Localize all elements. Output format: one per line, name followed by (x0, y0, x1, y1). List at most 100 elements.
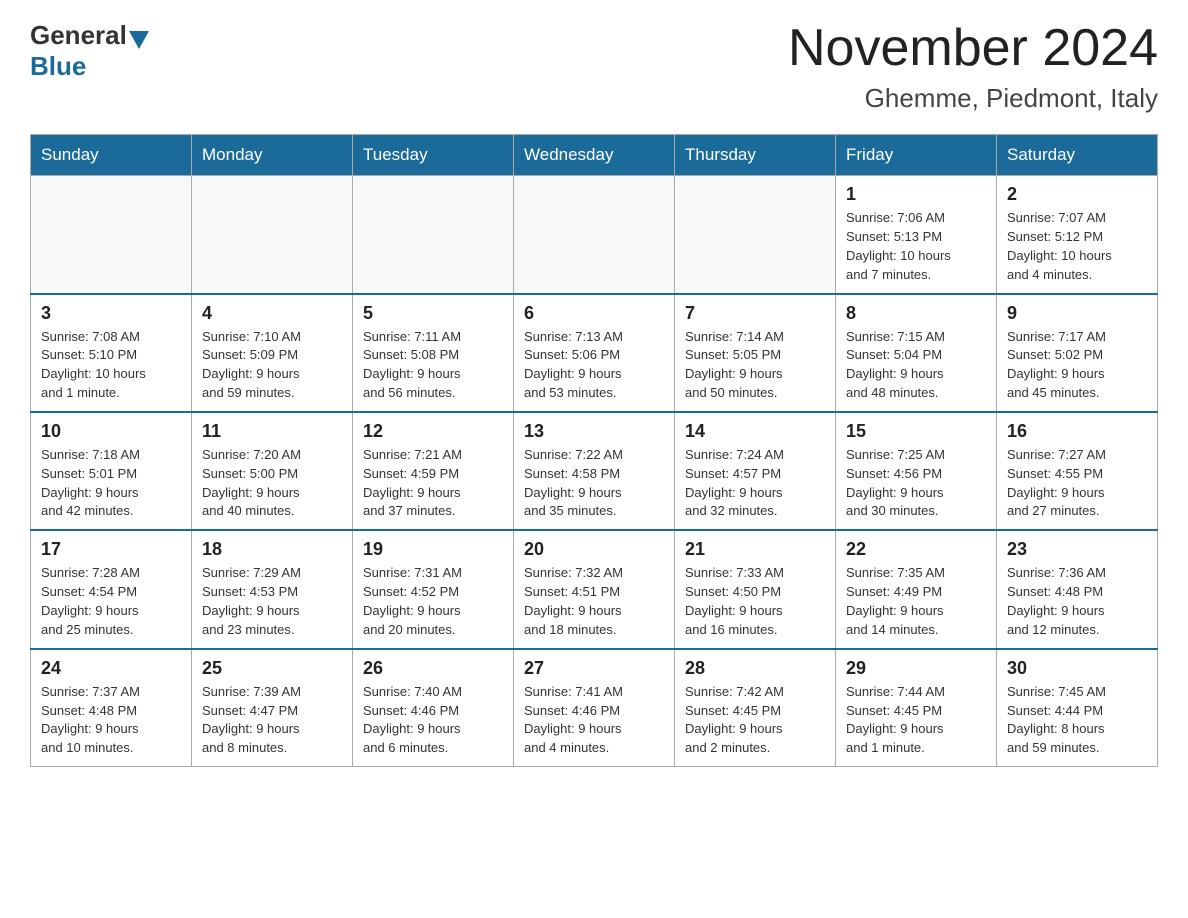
day-info: Sunrise: 7:37 AM Sunset: 4:48 PM Dayligh… (41, 683, 181, 758)
week-row-2: 3 Sunrise: 7:08 AM Sunset: 5:10 PM Daylig… (31, 294, 1158, 412)
day-info: Sunrise: 7:15 AM Sunset: 5:04 PM Dayligh… (846, 328, 986, 403)
title-block: November 2024 Ghemme, Piedmont, Italy (788, 20, 1158, 114)
day-info: Sunrise: 7:07 AM Sunset: 5:12 PM Dayligh… (1007, 209, 1147, 284)
weekday-header-wednesday: Wednesday (514, 135, 675, 176)
day-number: 3 (41, 303, 181, 324)
main-title: November 2024 (788, 20, 1158, 77)
calendar-cell: 17 Sunrise: 7:28 AM Sunset: 4:54 PM Dayli… (31, 530, 192, 648)
day-info: Sunrise: 7:44 AM Sunset: 4:45 PM Dayligh… (846, 683, 986, 758)
calendar-cell: 13Sunrise: 7:22 AM Sunset: 4:58 PM Dayli… (514, 412, 675, 530)
calendar-cell: 20 Sunrise: 7:32 AM Sunset: 4:51 PM Dayli… (514, 530, 675, 648)
day-number: 5 (363, 303, 503, 324)
week-row-1: 1 Sunrise: 7:06 AM Sunset: 5:13 PM Daylig… (31, 176, 1158, 294)
calendar-cell: 23Sunrise: 7:36 AM Sunset: 4:48 PM Dayli… (997, 530, 1158, 648)
calendar-cell: 8 Sunrise: 7:15 AM Sunset: 5:04 PM Daylig… (836, 294, 997, 412)
page-header: General Blue November 2024 Ghemme, Piedm… (30, 20, 1158, 114)
weekday-header-row: SundayMondayTuesdayWednesdayThursdayFrid… (31, 135, 1158, 176)
day-info: Sunrise: 7:08 AM Sunset: 5:10 PM Dayligh… (41, 328, 181, 403)
day-info: Sunrise: 7:11 AM Sunset: 5:08 PM Dayligh… (363, 328, 503, 403)
day-number: 1 (846, 184, 986, 205)
logo-arrow-icon (129, 31, 149, 49)
weekday-header-tuesday: Tuesday (353, 135, 514, 176)
calendar-cell: 7 Sunrise: 7:14 AM Sunset: 5:05 PM Daylig… (675, 294, 836, 412)
day-info: Sunrise: 7:24 AM Sunset: 4:57 PM Dayligh… (685, 446, 825, 521)
day-info: Sunrise: 7:13 AM Sunset: 5:06 PM Dayligh… (524, 328, 664, 403)
day-info: Sunrise: 7:28 AM Sunset: 4:54 PM Dayligh… (41, 564, 181, 639)
day-number: 22 (846, 539, 986, 560)
day-number: 30 (1007, 658, 1147, 679)
day-number: 9 (1007, 303, 1147, 324)
calendar-cell (675, 176, 836, 294)
day-info: Sunrise: 7:17 AM Sunset: 5:02 PM Dayligh… (1007, 328, 1147, 403)
calendar-cell: 28Sunrise: 7:42 AM Sunset: 4:45 PM Dayli… (675, 649, 836, 767)
day-info: Sunrise: 7:42 AM Sunset: 4:45 PM Dayligh… (685, 683, 825, 758)
calendar-cell: 10 Sunrise: 7:18 AM Sunset: 5:01 PM Dayli… (31, 412, 192, 530)
calendar-cell: 6 Sunrise: 7:13 AM Sunset: 5:06 PM Daylig… (514, 294, 675, 412)
day-info: Sunrise: 7:25 AM Sunset: 4:56 PM Dayligh… (846, 446, 986, 521)
calendar-cell (31, 176, 192, 294)
day-number: 12 (363, 421, 503, 442)
weekday-header-monday: Monday (192, 135, 353, 176)
calendar-cell: 21 Sunrise: 7:33 AM Sunset: 4:50 PM Dayli… (675, 530, 836, 648)
day-number: 20 (524, 539, 664, 560)
day-number: 21 (685, 539, 825, 560)
calendar-cell: 30 Sunrise: 7:45 AM Sunset: 4:44 PM Dayli… (997, 649, 1158, 767)
day-number: 19 (363, 539, 503, 560)
day-info: Sunrise: 7:14 AM Sunset: 5:05 PM Dayligh… (685, 328, 825, 403)
day-number: 6 (524, 303, 664, 324)
day-number: 18 (202, 539, 342, 560)
day-number: 26 (363, 658, 503, 679)
calendar-cell: 27 Sunrise: 7:41 AM Sunset: 4:46 PM Dayli… (514, 649, 675, 767)
calendar-cell: 4Sunrise: 7:10 AM Sunset: 5:09 PM Daylig… (192, 294, 353, 412)
calendar-cell: 9 Sunrise: 7:17 AM Sunset: 5:02 PM Daylig… (997, 294, 1158, 412)
day-info: Sunrise: 7:29 AM Sunset: 4:53 PM Dayligh… (202, 564, 342, 639)
calendar-cell: 18 Sunrise: 7:29 AM Sunset: 4:53 PM Dayli… (192, 530, 353, 648)
day-number: 25 (202, 658, 342, 679)
day-info: Sunrise: 7:06 AM Sunset: 5:13 PM Dayligh… (846, 209, 986, 284)
day-info: Sunrise: 7:39 AM Sunset: 4:47 PM Dayligh… (202, 683, 342, 758)
day-info: Sunrise: 7:32 AM Sunset: 4:51 PM Dayligh… (524, 564, 664, 639)
weekday-header-sunday: Sunday (31, 135, 192, 176)
day-number: 2 (1007, 184, 1147, 205)
calendar-cell: 22Sunrise: 7:35 AM Sunset: 4:49 PM Dayli… (836, 530, 997, 648)
day-number: 11 (202, 421, 342, 442)
day-number: 7 (685, 303, 825, 324)
weekday-header-thursday: Thursday (675, 135, 836, 176)
week-row-5: 24 Sunrise: 7:37 AM Sunset: 4:48 PM Dayli… (31, 649, 1158, 767)
day-number: 17 (41, 539, 181, 560)
day-info: Sunrise: 7:33 AM Sunset: 4:50 PM Dayligh… (685, 564, 825, 639)
day-number: 16 (1007, 421, 1147, 442)
day-info: Sunrise: 7:18 AM Sunset: 5:01 PM Dayligh… (41, 446, 181, 521)
logo-blue-text: Blue (30, 51, 86, 82)
calendar-cell: 1 Sunrise: 7:06 AM Sunset: 5:13 PM Daylig… (836, 176, 997, 294)
day-number: 13 (524, 421, 664, 442)
day-info: Sunrise: 7:45 AM Sunset: 4:44 PM Dayligh… (1007, 683, 1147, 758)
calendar-cell: 26Sunrise: 7:40 AM Sunset: 4:46 PM Dayli… (353, 649, 514, 767)
day-number: 14 (685, 421, 825, 442)
calendar-cell: 11 Sunrise: 7:20 AM Sunset: 5:00 PM Dayli… (192, 412, 353, 530)
calendar-cell (192, 176, 353, 294)
day-info: Sunrise: 7:31 AM Sunset: 4:52 PM Dayligh… (363, 564, 503, 639)
subtitle: Ghemme, Piedmont, Italy (788, 83, 1158, 114)
calendar-cell: 16Sunrise: 7:27 AM Sunset: 4:55 PM Dayli… (997, 412, 1158, 530)
day-number: 10 (41, 421, 181, 442)
calendar-cell: 15Sunrise: 7:25 AM Sunset: 4:56 PM Dayli… (836, 412, 997, 530)
calendar-cell: 12 Sunrise: 7:21 AM Sunset: 4:59 PM Dayli… (353, 412, 514, 530)
day-number: 4 (202, 303, 342, 324)
logo-general-text: General (30, 20, 127, 51)
calendar-table: SundayMondayTuesdayWednesdayThursdayFrid… (30, 134, 1158, 767)
calendar-cell: 14 Sunrise: 7:24 AM Sunset: 4:57 PM Dayli… (675, 412, 836, 530)
weekday-header-saturday: Saturday (997, 135, 1158, 176)
calendar-cell: 25 Sunrise: 7:39 AM Sunset: 4:47 PM Dayli… (192, 649, 353, 767)
weekday-header-friday: Friday (836, 135, 997, 176)
day-info: Sunrise: 7:21 AM Sunset: 4:59 PM Dayligh… (363, 446, 503, 521)
day-number: 27 (524, 658, 664, 679)
day-number: 29 (846, 658, 986, 679)
calendar-cell: 2 Sunrise: 7:07 AM Sunset: 5:12 PM Daylig… (997, 176, 1158, 294)
day-number: 8 (846, 303, 986, 324)
day-info: Sunrise: 7:20 AM Sunset: 5:00 PM Dayligh… (202, 446, 342, 521)
calendar-cell: 3 Sunrise: 7:08 AM Sunset: 5:10 PM Daylig… (31, 294, 192, 412)
day-number: 24 (41, 658, 181, 679)
day-info: Sunrise: 7:41 AM Sunset: 4:46 PM Dayligh… (524, 683, 664, 758)
day-number: 23 (1007, 539, 1147, 560)
